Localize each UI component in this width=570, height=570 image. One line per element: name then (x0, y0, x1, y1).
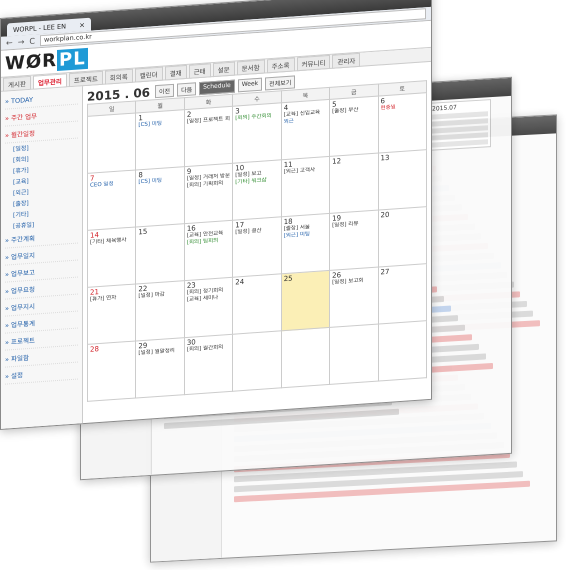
calendar-day-cell[interactable]: 18 [출장] 서울 [외근] 미팅 (281, 213, 330, 274)
calendar-day-cell[interactable]: 12 (329, 153, 379, 214)
calendar-day-cell[interactable] (87, 112, 136, 174)
calendar-day-cell[interactable]: 23 [회의] 정기회의 [교육] 세미나 (184, 277, 233, 338)
month-grid: 일월화수목금토 1 [CS] 미팅 2 [일정] 프로젝트 회의 3 [회의] 주간회의 4… (87, 80, 427, 402)
back-arrow-icon[interactable]: ← (6, 38, 13, 47)
calendar-day-cell[interactable]: 28 (87, 340, 136, 402)
calendar-day-cell[interactable]: 22 [일정] 마감 (135, 280, 185, 341)
day-number: 15 (138, 227, 148, 237)
calendar-button[interactable]: 다음 (177, 82, 197, 97)
calendar-day-cell[interactable]: 11 [외근] 고객사 (281, 156, 330, 217)
calendar-day-cell[interactable]: 8 [CS] 미팅 (135, 166, 185, 227)
menu-item[interactable]: 결재 (164, 64, 187, 80)
menu-item[interactable]: 캘린더 (134, 66, 163, 83)
day-number: 13 (380, 153, 390, 163)
calendar-day-cell[interactable]: 13 (378, 149, 427, 211)
calendar-day-cell[interactable]: 21 [휴가] 연차 (87, 283, 136, 345)
day-number: 20 (380, 210, 390, 220)
worpl-logo[interactable]: WØR PL (5, 47, 88, 74)
calendar-day-cell[interactable] (232, 330, 282, 392)
menu-item[interactable]: 설문 (212, 61, 235, 77)
calendar-button[interactable]: Week (237, 77, 263, 93)
menu-item[interactable]: 게시판 (3, 75, 31, 92)
calendar-day-cell[interactable]: 14 [기타] 체육행사 (87, 226, 136, 288)
sidebar: » TODAY» 주간 업무» 월간일정 [일정] [회의] [휴가] [교육] [외근]… (1, 86, 83, 430)
calendar-day-cell[interactable]: 20 (378, 206, 427, 268)
calendar-day-cell[interactable]: 10 [일정] 보고 [기타] 워크샵 (232, 159, 282, 221)
tab-title: WORPL - LEE EN (13, 21, 66, 34)
close-icon[interactable]: × (79, 21, 85, 29)
calendar-day-cell[interactable]: 5 [출장] 부산 (329, 96, 379, 157)
day-number: 28 (90, 345, 99, 354)
calendar-day-cell[interactable]: 1 [CS] 미팅 (135, 109, 185, 170)
calendar-day-cell[interactable]: 15 (135, 223, 185, 284)
calendar-day-cell[interactable]: 4 [교육] 신입교육 외근 (281, 99, 330, 160)
menu-item[interactable]: 회의록 (104, 68, 133, 85)
calendar-day-cell[interactable]: 7 CEO 일정 (87, 169, 136, 231)
menu-item[interactable]: 주소록 (266, 56, 295, 73)
sidebar-item[interactable]: » 설정 (5, 362, 78, 385)
calendar-day-cell[interactable]: 17 [일정] 결산 (232, 216, 282, 278)
calendar-day-cell[interactable]: 27 (378, 263, 427, 325)
menu-item[interactable]: 문서함 (236, 58, 265, 75)
mini-calendar: 2015.07 (429, 99, 491, 151)
calendar-day-cell[interactable]: 2 [일정] 프로젝트 회의 (184, 106, 233, 167)
calendar-button[interactable]: 전체보기 (265, 75, 296, 91)
day-number: 25 (283, 274, 293, 284)
calendar-day-cell[interactable]: 24 (232, 273, 282, 335)
calendar-day-cell[interactable]: 16 [교육] 안전교육 [회의] 팀회의 (184, 220, 233, 281)
calendar-day-cell[interactable]: 25 (281, 270, 330, 331)
calendar-day-cell[interactable]: 26 [일정] 보고회 (329, 267, 379, 328)
calendar-day-cell[interactable]: 30 [회의] 월간회의 (184, 334, 233, 395)
calendar-day-cell[interactable] (378, 320, 427, 382)
calendar-button[interactable]: 이전 (155, 83, 175, 99)
reload-icon[interactable]: C (29, 37, 35, 46)
calendar-day-cell[interactable]: 29 [일정] 월말정리 (135, 337, 185, 398)
calendar-day-cell[interactable]: 19 [일정] 리뷰 (329, 210, 379, 271)
calendar-day-cell[interactable] (329, 324, 379, 385)
calendar-day-cell[interactable] (281, 327, 330, 388)
day-number: 24 (235, 277, 245, 287)
forward-arrow-icon[interactable]: → (18, 37, 25, 46)
day-number: 12 (332, 157, 342, 166)
calendar-panel: 2015 . 06 이전 다음 Schedule Week 전체보기 일월화수목금토 1… (83, 62, 431, 426)
calendar-day-cell[interactable]: 9 [일정] 거래처 방문 [회의] 기획회의 (184, 163, 233, 224)
front-browser-window: WORPL - LEE EN × ← → C workplan.co.kr WØ… (0, 0, 432, 430)
calendar-day-cell[interactable]: 3 [회의] 주간회의 (232, 102, 282, 164)
day-number: 27 (380, 267, 390, 277)
calendar-day-cell[interactable]: 6 현충일 (378, 92, 427, 154)
menu-item[interactable]: 근태 (188, 62, 211, 79)
menu-item[interactable]: 관리자 (332, 52, 361, 69)
calendar-button[interactable]: Schedule (199, 79, 235, 96)
